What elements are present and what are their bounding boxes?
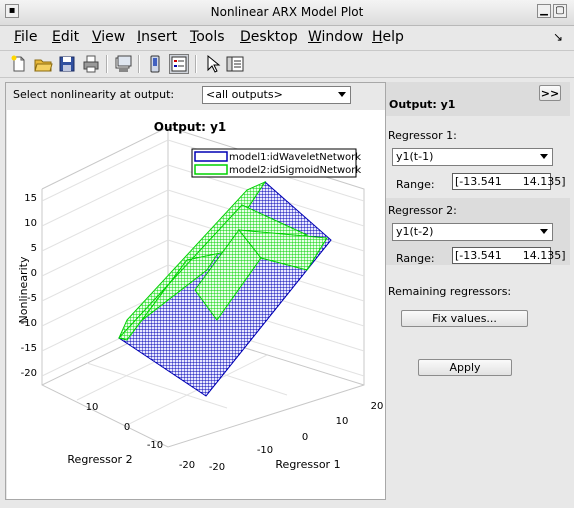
window-titlebar: ▪ Nonlinear ARX Model Plot ▁ ▢ — [0, 0, 574, 26]
menu-edit[interactable]: Edit — [52, 29, 79, 45]
window-title: Nonlinear ARX Model Plot — [210, 5, 364, 19]
z-axis-label: Nonlinearity — [17, 256, 30, 323]
menu-help[interactable]: Help — [372, 29, 404, 45]
plot-panel: Select nonlinearity at output: <all outp… — [5, 82, 386, 500]
regressor1-label: Regressor 1: — [388, 129, 457, 142]
regressor2-tick-label: 0 — [124, 422, 130, 433]
chevron-down-icon — [338, 92, 346, 97]
regressor2-tick-label: -20 — [179, 460, 195, 471]
menu-insert[interactable]: Insert — [137, 29, 177, 45]
regressor2-tick-label: -10 — [147, 440, 163, 451]
minimize-icon[interactable]: ▁ — [537, 4, 551, 18]
plot-area[interactable]: Output: y1 model1:idWaveletNetwork model… — [7, 110, 385, 499]
legend-swatch-model2 — [194, 164, 228, 175]
regressor1-axis-label: Regressor 1 — [275, 458, 340, 471]
z-tick-label: 5 — [31, 243, 37, 254]
chevron-down-icon — [540, 154, 548, 159]
regressor2-axis-label: Regressor 2 — [67, 453, 132, 466]
legend-entry-model2: model2:idSigmoidNetwork — [229, 165, 361, 176]
regressor2-range-label: Range: — [396, 252, 435, 265]
menu-desktop[interactable]: Desktop — [240, 29, 298, 45]
regressor1-tick-label: 10 — [336, 416, 349, 427]
print-preview-icon[interactable] — [113, 54, 133, 74]
z-tick-label: 15 — [24, 193, 37, 204]
regressor1-tick-label: 0 — [302, 432, 308, 443]
collapse-panel-button[interactable]: >> — [539, 85, 561, 101]
legend-swatch-model1 — [194, 151, 228, 162]
regressor1-select-value: y1(t-1) — [396, 150, 434, 163]
legend-entry-model1: model1:idWaveletNetwork — [229, 152, 361, 163]
toolbar — [0, 50, 574, 78]
plot-title: Output: y1 — [154, 120, 227, 134]
legend[interactable]: model1:idWaveletNetwork model2:idSigmoid… — [191, 148, 361, 178]
output-title: Output: y1 — [389, 98, 456, 111]
regressor1-tick-label: -20 — [209, 462, 225, 473]
figure-window-icon[interactable] — [145, 54, 165, 74]
toolbar-separator — [138, 55, 140, 73]
z-tick-label: -15 — [21, 343, 37, 354]
apply-button[interactable]: Apply — [418, 359, 512, 376]
property-panel-icon[interactable] — [225, 54, 245, 74]
regressor2-select-value: y1(t-2) — [396, 225, 434, 238]
regressor2-select[interactable]: y1(t-2) — [392, 223, 553, 241]
output-select[interactable]: <all outputs> — [202, 86, 351, 104]
legend-toggle-icon[interactable] — [169, 54, 189, 74]
menu-file[interactable]: File — [14, 29, 37, 45]
menu-window[interactable]: Window — [308, 29, 363, 45]
fix-values-button[interactable]: Fix values... — [401, 310, 528, 327]
menu-bar: File Edit View Insert Tools Desktop Wind… — [0, 26, 574, 48]
regressor1-select[interactable]: y1(t-1) — [392, 148, 553, 166]
nonlinearity-surface-plot[interactable]: Output: y1 model1:idWaveletNetwork model… — [7, 110, 385, 499]
regressor2-range-input[interactable]: [-13.541 14.135] — [452, 247, 566, 264]
open-folder-icon[interactable] — [33, 54, 53, 74]
remaining-regressors-label: Remaining regressors: — [388, 285, 512, 298]
regressor2-tick-label: 10 — [86, 402, 99, 413]
new-file-icon[interactable] — [9, 54, 29, 74]
maximize-icon[interactable]: ▢ — [553, 4, 567, 18]
chevron-down-icon — [540, 229, 548, 234]
toolbar-separator — [195, 55, 197, 73]
toolbar-separator — [106, 55, 108, 73]
save-icon[interactable] — [57, 54, 77, 74]
z-tick-label: 10 — [24, 218, 37, 229]
regressor1-range-label: Range: — [396, 178, 435, 191]
regressor1-tick-label: 20 — [371, 401, 384, 412]
select-output-label: Select nonlinearity at output: — [13, 88, 175, 101]
print-icon[interactable] — [81, 54, 101, 74]
regressor1-range-input[interactable]: [-13.541 14.135] — [452, 173, 566, 190]
z-tick-label: -20 — [21, 368, 37, 379]
regressor-controls-panel: Output: y1 >> Regressor 1: y1(t-1) Range… — [386, 82, 570, 500]
dock-arrow-icon[interactable]: ↘ — [553, 30, 563, 44]
regressor1-tick-label: -10 — [257, 445, 273, 456]
menu-tools[interactable]: Tools — [190, 29, 225, 45]
z-tick-label: 0 — [31, 268, 37, 279]
menu-view[interactable]: View — [92, 29, 125, 45]
output-select-value: <all outputs> — [206, 88, 283, 101]
regressor2-label: Regressor 2: — [388, 204, 457, 217]
select-pointer-icon[interactable] — [202, 54, 222, 74]
